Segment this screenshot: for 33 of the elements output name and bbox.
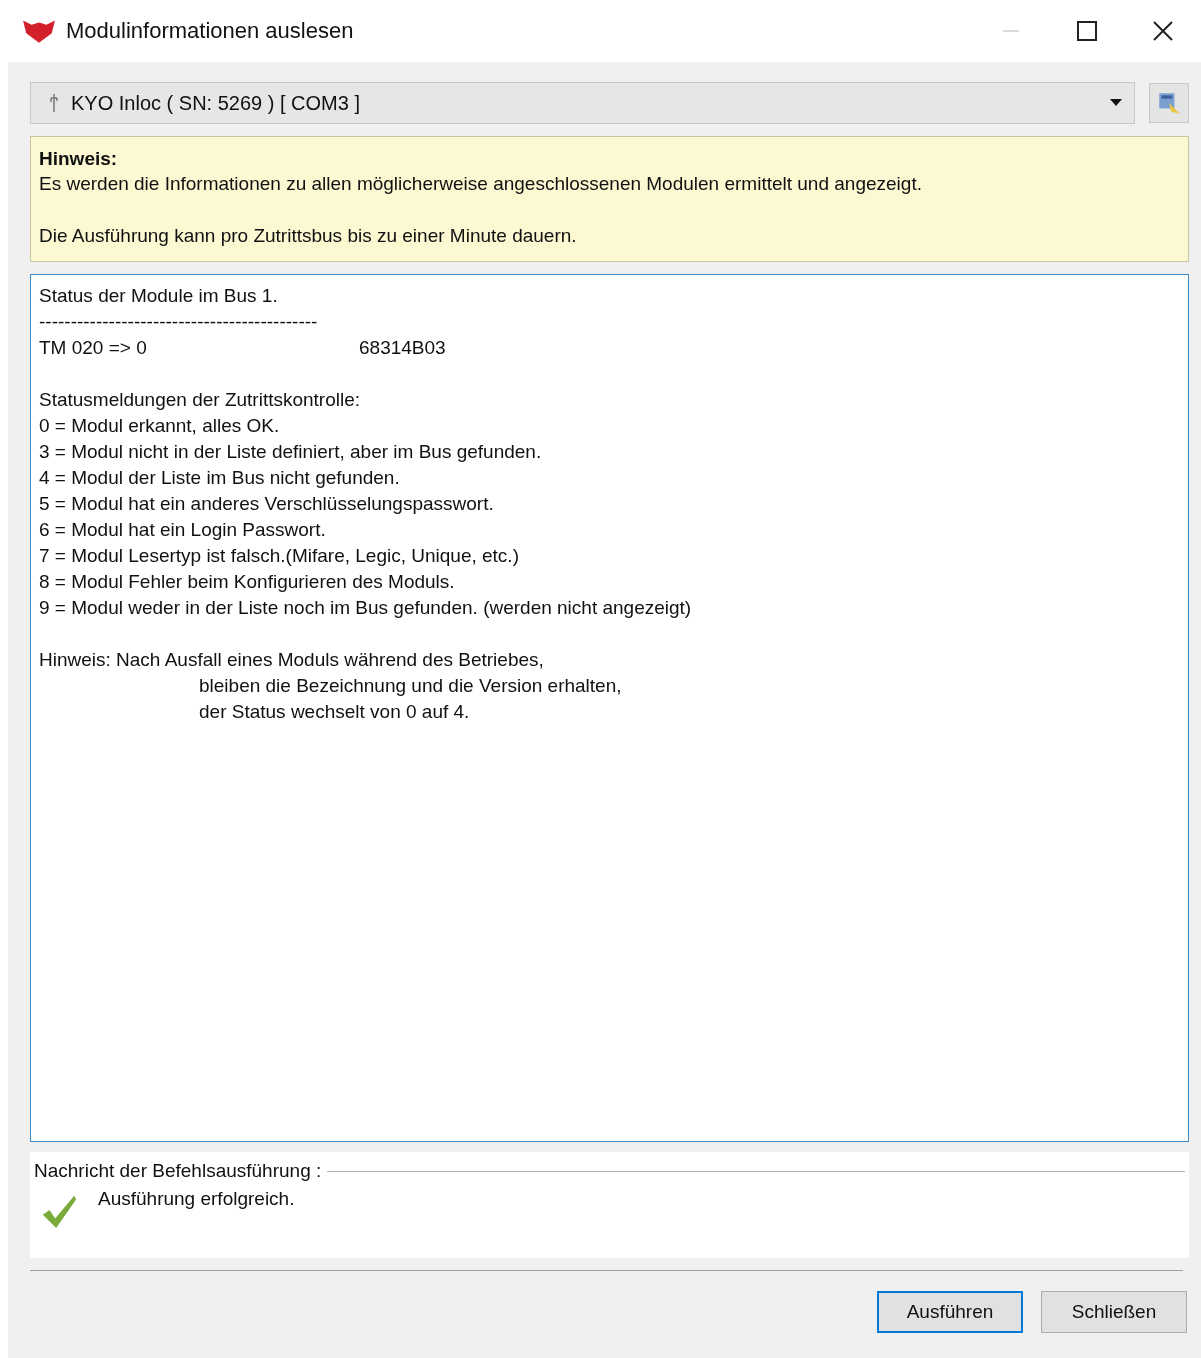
caret-icon <box>1110 99 1122 107</box>
notice-text: Die Ausführung kann pro Zutrittsbus bis zu einer Minute dauern. <box>39 224 578 248</box>
dialog-button[interactable]: Ausführen <box>877 1291 1023 1333</box>
output-line: Hinweis: Nach Ausfall eines Moduls während des Betriebes, <box>39 648 545 672</box>
output-line: 5 = Modul hat ein anderes Verschlüsselungspasswort. <box>39 492 495 516</box>
output-line: Status der Module im Bus 1. <box>39 284 279 308</box>
output-line: der Status wechselt von 0 auf 4. <box>198 700 471 724</box>
usb-icon <box>49 93 59 113</box>
output-line: 0 = Modul erkannt, alles OK. <box>39 414 281 438</box>
maximize-button[interactable] <box>1075 19 1099 43</box>
output-line: 3 = Modul nicht in der Liste definiert, aber im Bus gefunden. <box>39 440 543 464</box>
module-version: 68314B03 <box>359 336 446 360</box>
window-title: Modulinformationen auslesen <box>66 18 354 44</box>
output-line: 6 = Modul hat ein Login Passwort. <box>39 518 327 542</box>
message-text: Ausführung erfolgreich. <box>98 1188 295 1210</box>
notice-title: Hinweis: <box>39 147 119 171</box>
output-line: 7 = Modul Lesertyp ist falsch.(Mifare, Legic, Unique, etc.) <box>39 544 520 568</box>
window-pencil-icon <box>1156 90 1182 116</box>
output-line: 9 = Modul weder in der Liste noch im Bus gefunden. (werden nicht angezeigt) <box>39 596 693 620</box>
close-button[interactable] <box>1151 19 1175 43</box>
notice-text: Es werden die Informationen zu allen möglicherweise angeschlossenen Modulen ermittelt und angezeigt. <box>39 172 923 196</box>
device-dropdown[interactable]: KYO Inloc ( SN: 5269 ) [ COM3 ] <box>30 82 1135 124</box>
output-line: 8 = Modul Fehler beim Konfigurieren des Moduls. <box>39 570 456 594</box>
message-label: Nachricht der Befehlsausführung : <box>34 1160 322 1182</box>
refresh-button[interactable] <box>1149 83 1189 123</box>
dialog-button[interactable]: Schließen <box>1041 1291 1187 1333</box>
module-name: TM 020 => 0 <box>39 336 148 360</box>
app-logo-icon <box>22 18 56 44</box>
output-line: bleiben die Bezeichnung und die Version erhalten, <box>198 674 623 698</box>
output-line: 4 = Modul der Liste im Bus nicht gefunden. <box>39 466 401 490</box>
output-line: Statusmeldungen der Zutrittskontrolle: <box>39 388 362 412</box>
output-textarea[interactable] <box>30 274 1189 1142</box>
output-line: -------------------------------------------- <box>39 310 319 334</box>
